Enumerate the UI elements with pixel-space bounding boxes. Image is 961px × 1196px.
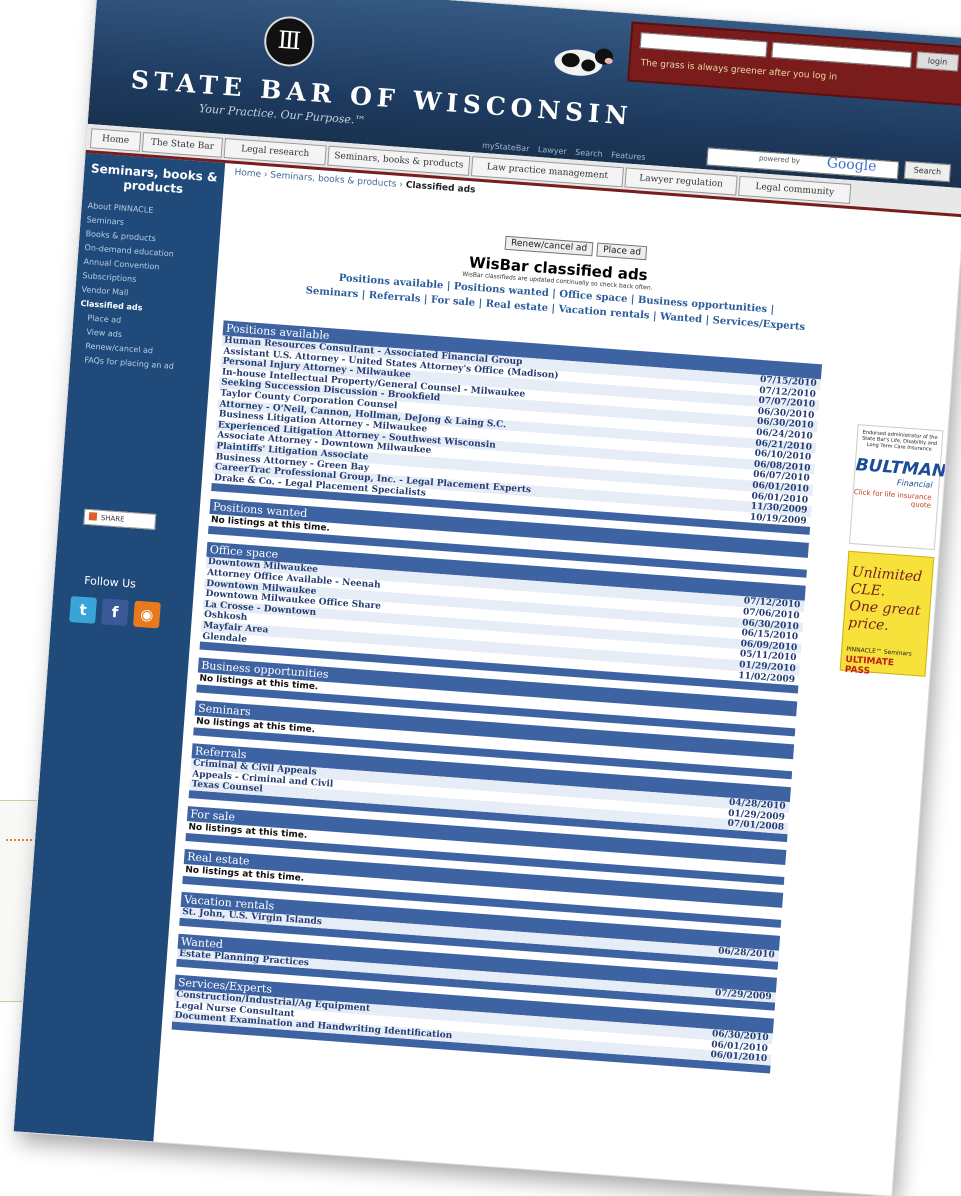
pinnacle-ad[interactable]: Unlimited CLE. One great price. PINNACLE™… <box>839 550 935 677</box>
sidebar-item-convention[interactable]: Annual Convention <box>83 257 159 272</box>
username-input[interactable] <box>639 32 768 58</box>
nav-legal-community[interactable]: Legal community <box>738 175 852 204</box>
sidebar-item-seminars[interactable]: Seminars <box>86 215 124 227</box>
sidebar-item-place-ad[interactable]: Place ad <box>87 313 121 324</box>
breadcrumb-current: Classified ads <box>405 180 476 196</box>
login-button[interactable]: login <box>915 51 960 72</box>
nav-home[interactable]: Home <box>89 128 142 152</box>
renew-cancel-button[interactable]: Renew/cancel ad <box>504 235 594 257</box>
nav-law-practice[interactable]: Law practice management <box>470 156 624 188</box>
sidebar-item-renew-cancel[interactable]: Renew/cancel ad <box>85 341 153 355</box>
cow-icon <box>554 48 613 76</box>
sidebar-item-classified-ads[interactable]: Classified ads <box>80 299 143 313</box>
share-label: SHARE <box>100 513 125 524</box>
login-note: The grass is always greener after you lo… <box>640 58 838 83</box>
nav-legal-research[interactable]: Legal research <box>223 138 327 166</box>
sidebar-item-faqs[interactable]: FAQs for placing an ad <box>84 355 174 371</box>
login-panel: login The grass is always greener after … <box>627 21 961 107</box>
sidebar-title: Seminars, books & products <box>90 161 218 197</box>
bultman-cta[interactable]: Click for life insurance quote <box>853 488 938 510</box>
nav-seminars[interactable]: Seminars, books & products <box>327 145 471 176</box>
nav-state-bar[interactable]: The State Bar <box>141 132 224 158</box>
bultman-ad[interactable]: Endorsed administrator of the State Bar'… <box>848 424 947 551</box>
screenshot-card: Ⅲ STATE BAR OF WISCONSIN Your Practice. … <box>13 0 961 1196</box>
state-bar-logo-icon[interactable]: Ⅲ <box>262 14 317 69</box>
pinnacle-headline-line: Unlimited CLE. <box>850 564 923 600</box>
sidebar-item-subscriptions[interactable]: Subscriptions <box>82 271 136 284</box>
sidebar-item-on-demand[interactable]: On-demand education <box>84 243 174 259</box>
password-input[interactable] <box>771 41 913 69</box>
listing-section: Positions available Human Resources Consu… <box>211 320 823 536</box>
pinnacle-headline: Unlimited CLE. One great price. <box>844 552 934 638</box>
share-icon <box>88 512 98 521</box>
place-ad-button[interactable]: Place ad <box>596 242 648 261</box>
share-button[interactable]: SHARE <box>83 508 157 530</box>
facebook-icon[interactable]: f <box>101 598 129 627</box>
rss-icon[interactable]: ◉ <box>132 600 161 629</box>
sidebar-item-vendor-mall[interactable]: Vendor Mall <box>81 285 128 297</box>
nav-lawyer-regulation[interactable]: Lawyer regulation <box>624 167 738 196</box>
search-button[interactable]: Search <box>903 160 952 183</box>
bultman-ad-text: Endorsed administrator of the State Bar'… <box>861 429 938 453</box>
sidebar-item-books[interactable]: Books & products <box>85 229 156 243</box>
twitter-icon[interactable]: t <box>69 595 97 624</box>
follow-us-label: Follow Us <box>83 573 137 591</box>
sidebar-item-view-ads[interactable]: View ads <box>86 327 122 339</box>
ad-buttons: Renew/cancel ad Place ad <box>504 230 652 261</box>
pinnacle-headline-line: One great price. <box>847 598 921 634</box>
sidebar-item-about-pinnacle[interactable]: About PINNACLE <box>87 201 153 215</box>
